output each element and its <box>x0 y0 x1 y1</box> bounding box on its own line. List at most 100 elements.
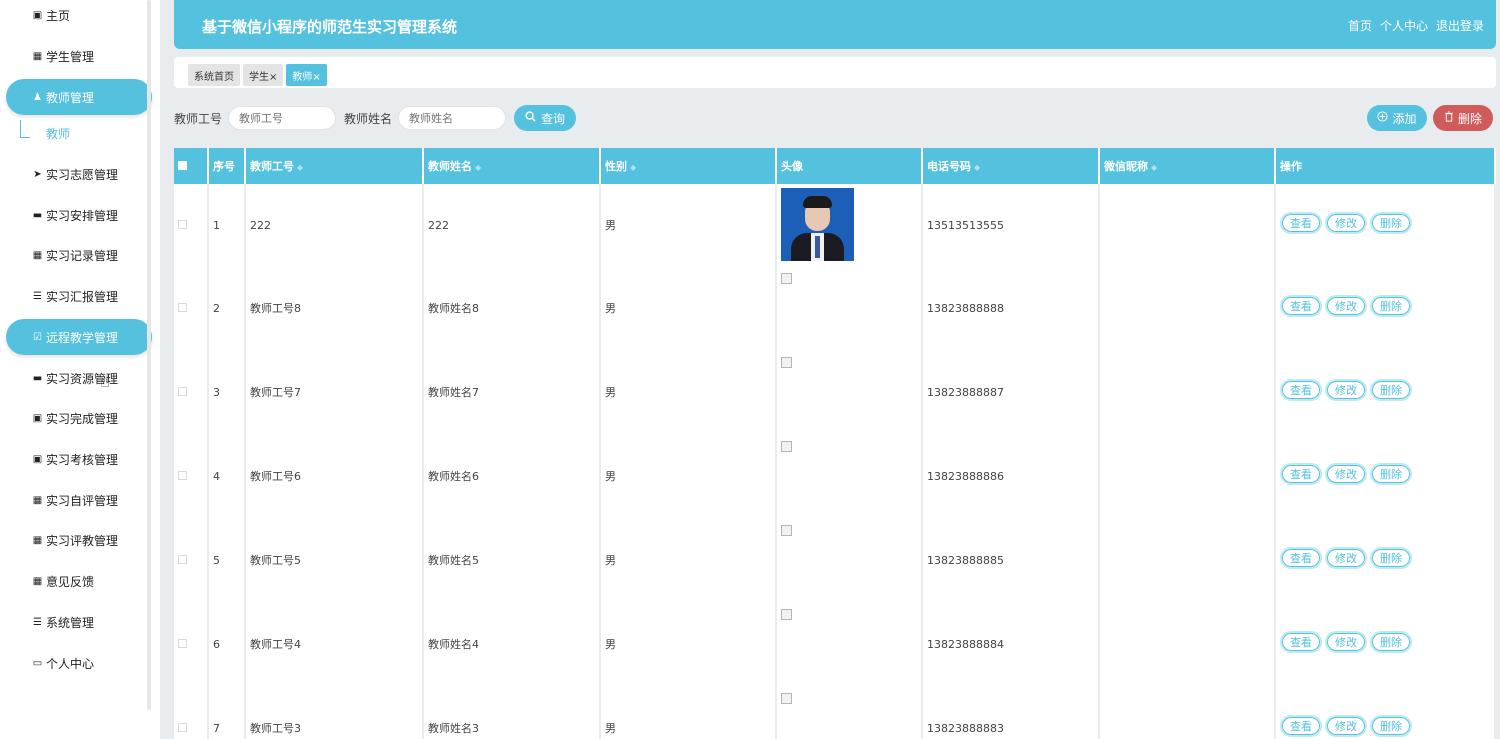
tab-home[interactable]: 系统首页 <box>188 64 240 86</box>
sidebar-item-13[interactable]: ▦ 意见反馈 <box>6 563 152 599</box>
sidebar-item-1[interactable]: ▦ 学生管理 <box>6 38 152 74</box>
sidebar-item-label: 实习汇报管理 <box>46 289 119 304</box>
view-button[interactable]: 查看 <box>1280 294 1322 317</box>
clipboard-icon: ▣ <box>32 453 43 465</box>
sidebar-subitem-teacher[interactable]: 教师 <box>22 118 142 148</box>
sidebar-item-12[interactable]: ▦ 实习评教管理 <box>6 522 152 558</box>
row-select-cell[interactable] <box>174 266 209 350</box>
row-teacher-name: 教师姓名7 <box>423 350 601 434</box>
delete-row-button[interactable]: 删除 <box>1370 211 1412 234</box>
edit-button[interactable]: 修改 <box>1325 211 1367 234</box>
view-button[interactable]: 查看 <box>1280 714 1322 737</box>
tab-teachers[interactable]: 教师× <box>286 64 327 86</box>
row-wechat <box>1099 350 1276 434</box>
row-checkbox[interactable] <box>178 302 187 312</box>
row-checkbox[interactable] <box>178 554 187 564</box>
delete-row-button[interactable]: 删除 <box>1370 294 1412 317</box>
row-select-cell[interactable] <box>174 434 209 518</box>
select-all-header[interactable] <box>174 148 209 184</box>
teacher-name-input[interactable] <box>398 106 507 130</box>
row-checkbox[interactable] <box>178 219 187 229</box>
edit-button[interactable]: 修改 <box>1325 546 1367 569</box>
row-teacher-id: 教师工号7 <box>245 350 424 434</box>
delete-row-button[interactable]: 删除 <box>1370 714 1412 737</box>
sidebar-scrollbar[interactable] <box>147 0 151 710</box>
profile-link[interactable]: 个人中心 <box>1380 17 1428 34</box>
col-wechat[interactable]: 微信昵称 ◆ <box>1099 148 1276 184</box>
row-select-cell[interactable] <box>174 518 209 602</box>
thumb-icon: ♟ <box>33 91 42 103</box>
col-teacher-name[interactable]: 教师姓名 ◆ <box>423 148 601 184</box>
col-teacher-id[interactable]: 教师工号 ◆ <box>245 148 424 184</box>
sidebar-item-10[interactable]: ▣ 实习考核管理 <box>6 441 152 477</box>
row-select-cell[interactable] <box>174 184 209 266</box>
view-button[interactable]: 查看 <box>1280 462 1322 485</box>
sidebar-item-4[interactable]: ▬ 实习安排管理 <box>6 197 152 233</box>
edit-button[interactable]: 修改 <box>1325 714 1367 737</box>
edit-button[interactable]: 修改 <box>1325 378 1367 401</box>
view-button[interactable]: 查看 <box>1280 630 1322 653</box>
broken-image-icon <box>781 441 792 452</box>
edit-button[interactable]: 修改 <box>1325 630 1367 653</box>
delete-row-button[interactable]: 删除 <box>1370 630 1412 653</box>
view-button[interactable]: 查看 <box>1280 546 1322 569</box>
row-wechat <box>1099 184 1276 266</box>
sort-icon[interactable]: ◆ <box>297 163 303 172</box>
sidebar-item-11[interactable]: ▦ 实习自评管理 <box>6 482 152 518</box>
row-checkbox[interactable] <box>178 722 187 732</box>
delete-row-button[interactable]: 删除 <box>1370 378 1412 401</box>
sidebar-item-5[interactable]: ▦ 实习记录管理 <box>6 237 152 273</box>
sidebar-item-9[interactable]: ▣ 实习完成管理 <box>6 400 152 436</box>
sort-icon[interactable]: ◆ <box>1151 163 1157 172</box>
sidebar-item-8[interactable]: ▬ 实习资源管理 <box>6 360 152 396</box>
teacher-id-input[interactable] <box>228 106 337 130</box>
table-row: 6 教师工号4 教师姓名4 男 13823888884 查看 修改 删除 <box>174 602 1496 686</box>
home-link[interactable]: 首页 <box>1348 17 1372 34</box>
search-row: 教师工号 教师姓名 查询 <box>174 105 577 131</box>
row-actions: 查看 修改 删除 <box>1275 602 1496 686</box>
row-select-cell[interactable] <box>174 350 209 434</box>
edit-button[interactable]: 修改 <box>1325 462 1367 485</box>
row-phone: 13823888885 <box>922 518 1100 602</box>
check-square-icon: ☑ <box>33 331 42 343</box>
sidebar-item-2[interactable]: ♟ 教师管理 <box>6 79 152 115</box>
row-teacher-name: 教师姓名5 <box>423 518 601 602</box>
row-checkbox[interactable] <box>178 638 187 648</box>
sidebar-item-label: 远程教学管理 <box>46 330 119 345</box>
col-phone[interactable]: 电话号码 ◆ <box>922 148 1100 184</box>
sidebar-item-14[interactable]: ☰ 系统管理 <box>6 604 152 640</box>
view-button[interactable]: 查看 <box>1280 378 1322 401</box>
list-icon: ☰ <box>33 290 42 302</box>
sort-icon[interactable]: ◆ <box>630 163 636 172</box>
row-gender: 男 <box>600 184 777 266</box>
tab-students[interactable]: 学生× <box>243 64 284 86</box>
sort-icon[interactable]: ◆ <box>974 163 980 172</box>
row-select-cell[interactable] <box>174 686 209 739</box>
row-checkbox[interactable] <box>178 386 187 396</box>
sidebar-item-15[interactable]: ▭ 个人中心 <box>6 645 152 681</box>
row-avatar <box>776 686 923 739</box>
row-select-cell[interactable] <box>174 602 209 686</box>
row-phone: 13823888884 <box>922 602 1100 686</box>
delete-row-button[interactable]: 删除 <box>1370 462 1412 485</box>
sidebar-item-3[interactable]: ➤ 实习志愿管理 <box>6 156 152 192</box>
row-index: 4 <box>208 434 246 518</box>
row-checkbox[interactable] <box>178 470 187 480</box>
row-gender: 男 <box>600 686 777 739</box>
delete-row-button[interactable]: 删除 <box>1370 546 1412 569</box>
select-all-checkbox[interactable] <box>178 160 187 170</box>
query-button[interactable]: 查询 <box>514 105 577 131</box>
sidebar-item-label: 意见反馈 <box>46 574 95 589</box>
sidebar-item-7[interactable]: ☑ 远程教学管理 <box>6 319 152 355</box>
col-gender[interactable]: 性别 ◆ <box>600 148 777 184</box>
view-button[interactable]: 查看 <box>1280 211 1322 234</box>
sidebar-item-6[interactable]: ☰ 实习汇报管理 <box>6 278 152 314</box>
add-button[interactable]: 添加 <box>1367 105 1427 131</box>
edit-button[interactable]: 修改 <box>1325 294 1367 317</box>
delete-button[interactable]: 删除 <box>1433 105 1493 131</box>
sidebar-item-0[interactable]: ▣ 主页 <box>6 0 152 33</box>
broken-image-icon <box>781 525 792 536</box>
sort-icon[interactable]: ◆ <box>475 163 481 172</box>
grid-icon: ▦ <box>32 534 43 546</box>
logout-link[interactable]: 退出登录 <box>1436 17 1484 34</box>
